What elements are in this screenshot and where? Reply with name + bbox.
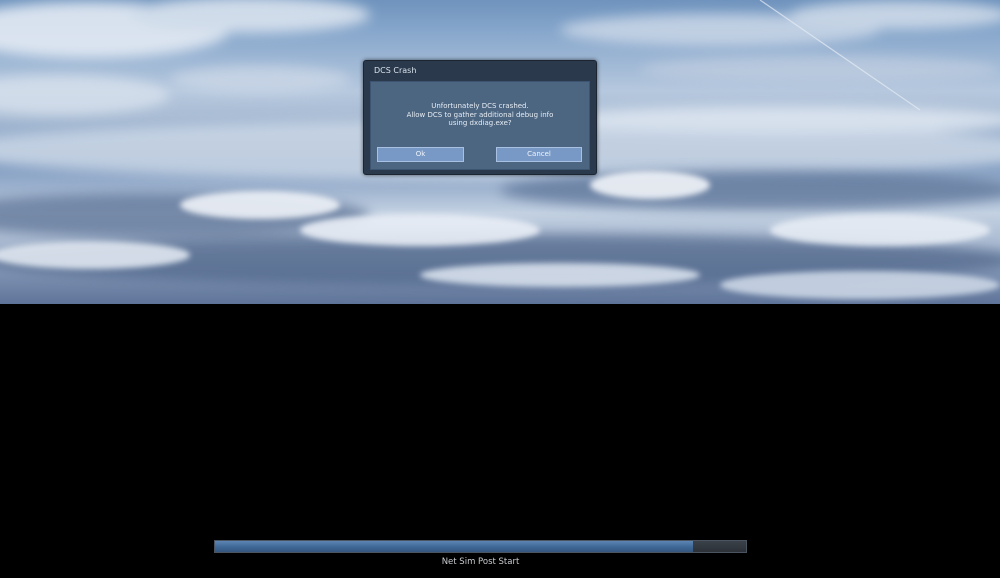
dialog-message-line: Unfortunately DCS crashed.: [431, 102, 529, 110]
loading-progress-fill: [215, 541, 693, 552]
loading-status-text: Net Sim Post Start: [441, 557, 520, 567]
ok-button[interactable]: Ok: [377, 147, 464, 162]
loading-progress-bar: [214, 540, 747, 553]
dialog-title: DCS Crash: [374, 66, 417, 75]
crash-dialog: DCS Crash Unfortunately DCS crashed. All…: [363, 60, 597, 175]
cancel-button[interactable]: Cancel: [496, 147, 582, 162]
loading-screen: DCS Crash Unfortunately DCS crashed. All…: [0, 0, 1000, 578]
dialog-message-line: using dxdiag.exe?: [448, 119, 512, 127]
dialog-message-line: Allow DCS to gather additional debug inf…: [406, 110, 554, 119]
dialog-message: Unfortunately DCS crashed. Allow DCS to …: [371, 102, 589, 128]
loading-progress-remaining: [692, 541, 746, 552]
